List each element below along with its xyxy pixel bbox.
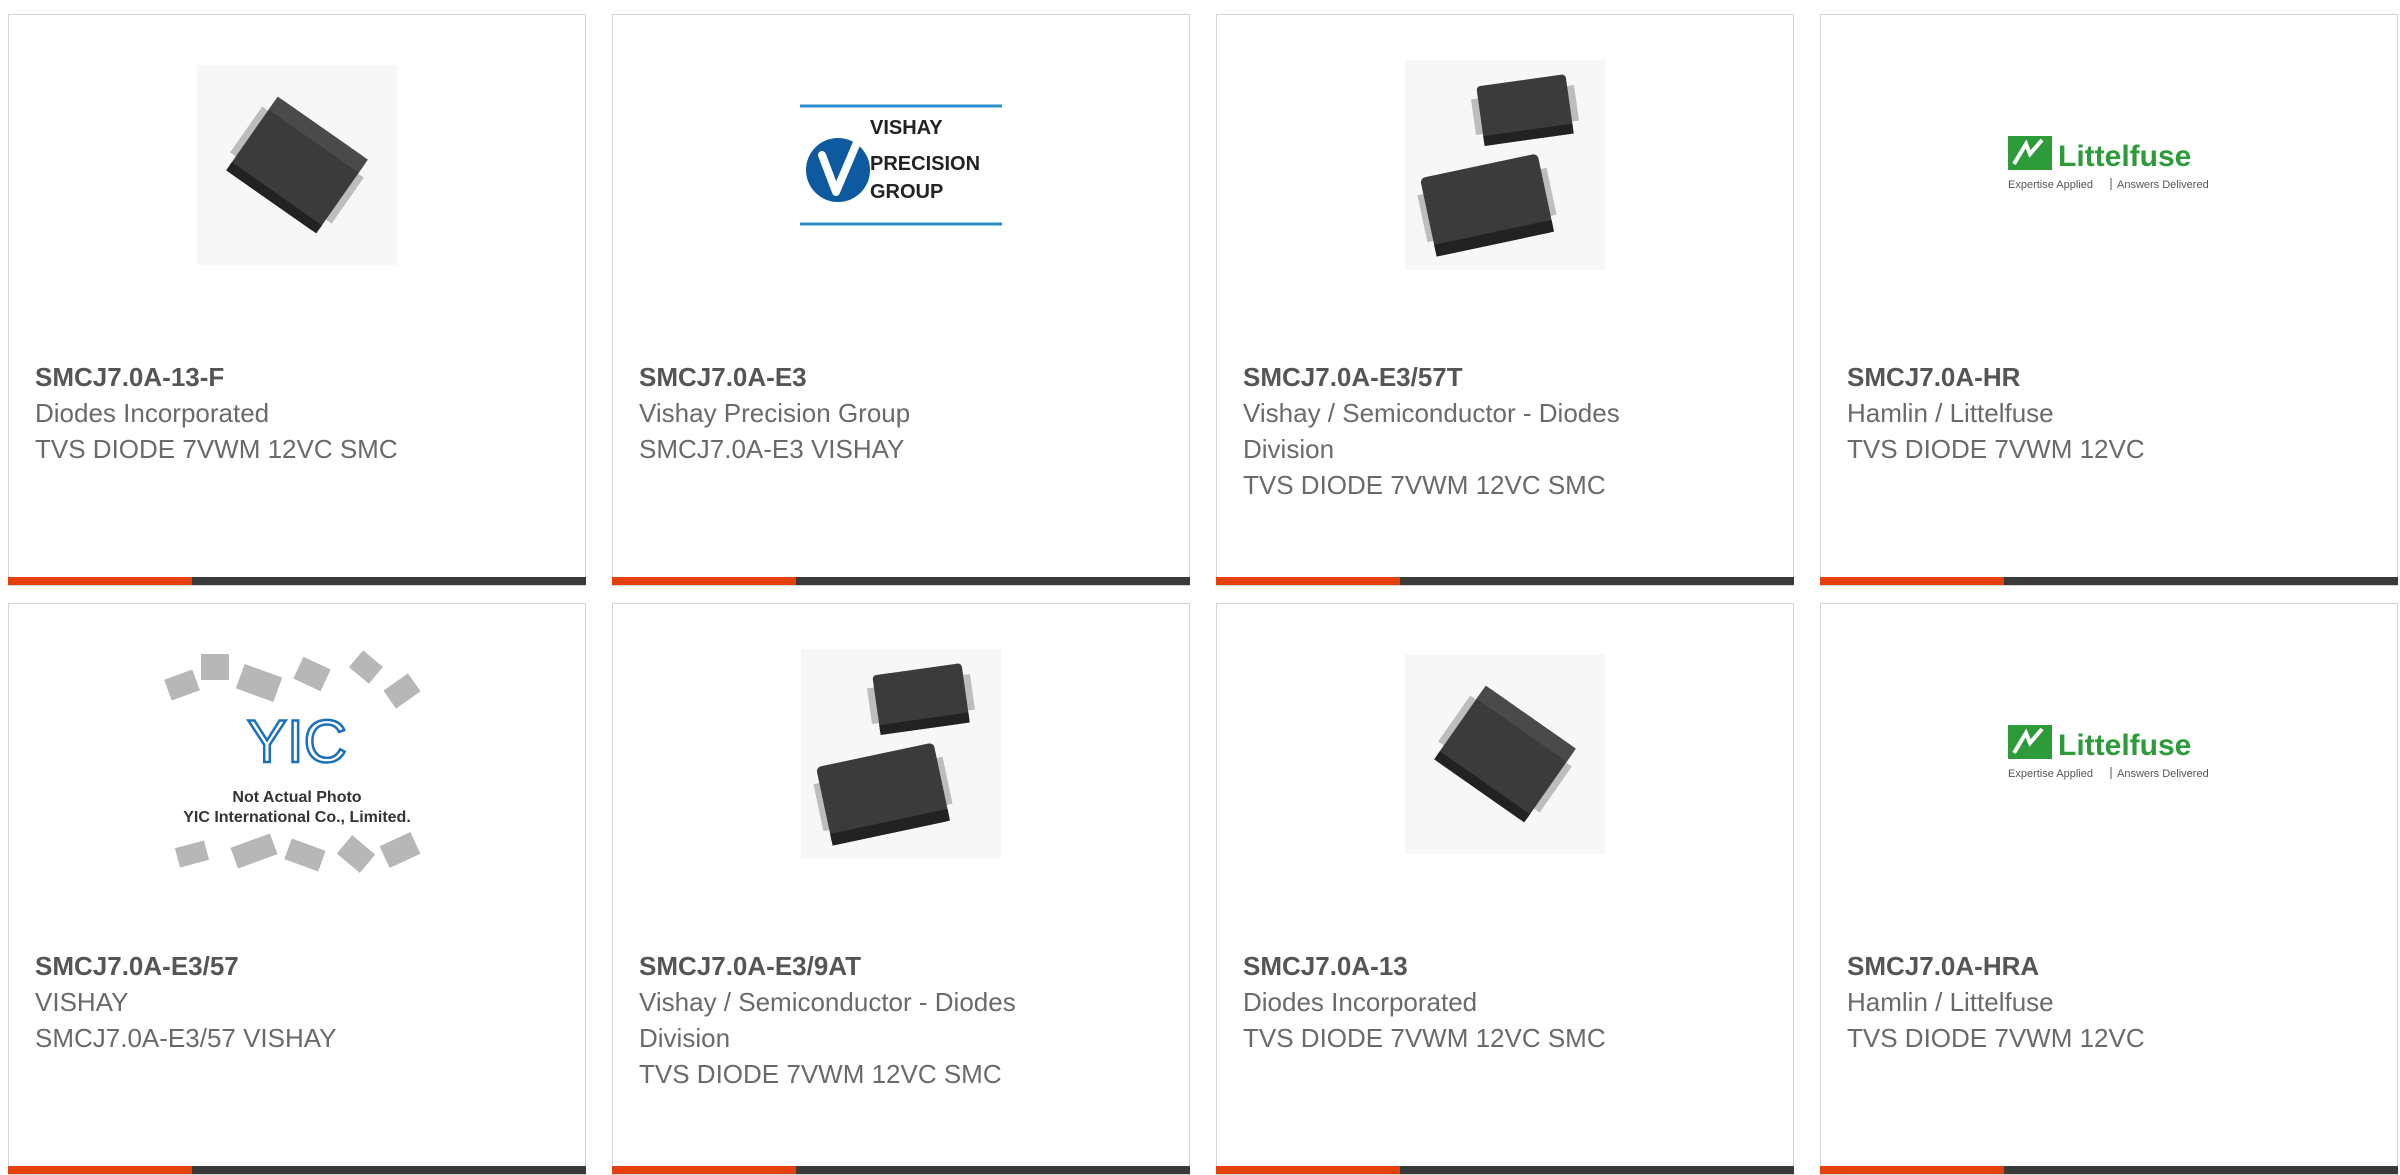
description: SMCJ7.0A-E3/57 VISHAY [35, 1023, 337, 1053]
product-image[interactable]: YIC Not Actual Photo YIC International C… [9, 644, 585, 884]
card-footer-bar [1820, 1166, 2398, 1174]
description: TVS DIODE 7VWM 12VC SMC [1243, 470, 1606, 500]
part-number[interactable]: SMCJ7.0A-E3/57T [1243, 359, 1463, 395]
manufacturer: Vishay / Semiconductor - Diodes Division [639, 987, 1016, 1053]
description: SMCJ7.0A-E3 VISHAY [639, 434, 905, 464]
description: TVS DIODE 7VWM 12VC SMC [1243, 1023, 1606, 1053]
card-footer-bar [612, 577, 1190, 585]
smc-package-icon [197, 65, 397, 265]
logo-tagline-left: Expertise Applied [2008, 768, 2093, 780]
product-card[interactable]: SMCJ7.0A-13 Diodes Incorporated TVS DIOD… [1216, 603, 1794, 1175]
logo-tagline-right: Answers Delivered [2117, 768, 2209, 780]
card-accent-bar [8, 1166, 192, 1174]
logo-tagline-left: Expertise Applied [2008, 179, 2093, 191]
smc-package-icon [1405, 654, 1605, 854]
littelfuse-logo-icon: Littelfuse Expertise Applied Answers Del… [2008, 136, 2209, 191]
part-number[interactable]: SMCJ7.0A-E3/57 [35, 948, 239, 984]
card-accent-bar [612, 577, 796, 585]
product-image[interactable]: Littelfuse Expertise Applied Answers Del… [1821, 65, 2397, 265]
part-number[interactable]: SMCJ7.0A-13 [1243, 948, 1408, 984]
part-number[interactable]: SMCJ7.0A-HR [1847, 359, 2020, 395]
product-details: Diodes Incorporated TVS DIODE 7VWM 12VC … [1243, 984, 1703, 1056]
product-card[interactable]: YIC Not Actual Photo YIC International C… [8, 603, 586, 1175]
logo-brand: Littelfuse [2058, 140, 2191, 173]
manufacturer: Vishay Precision Group [639, 398, 911, 428]
product-card[interactable]: SMCJ7.0A-E3/9AT Vishay / Semiconductor -… [612, 603, 1190, 1175]
littelfuse-logo-icon: Littelfuse Expertise Applied Answers Del… [2008, 725, 2209, 780]
card-footer-bar [1216, 577, 1794, 585]
product-image[interactable] [1217, 654, 1793, 854]
product-details: Diodes Incorporated TVS DIODE 7VWM 12VC … [35, 395, 495, 467]
card-accent-bar [1216, 577, 1400, 585]
card-accent-bar [1820, 577, 2004, 585]
product-details: Hamlin / Littelfuse TVS DIODE 7VWM 12VC [1847, 984, 2307, 1056]
product-details: Vishay / Semiconductor - Diodes Division… [639, 984, 1099, 1092]
logo-line-2: PRECISION [870, 153, 980, 175]
yic-line-2: YIC International Co., Limited. [183, 809, 411, 826]
card-footer-bar [8, 1166, 586, 1174]
product-details: Vishay Precision Group SMCJ7.0A-E3 VISHA… [639, 395, 1099, 467]
product-details: Hamlin / Littelfuse TVS DIODE 7VWM 12VC [1847, 395, 2307, 467]
product-grid: SMCJ7.0A-13-F Diodes Incorporated TVS DI… [0, 0, 2400, 1175]
manufacturer: Diodes Incorporated [1243, 987, 1478, 1017]
product-card[interactable]: SMCJ7.0A-13-F Diodes Incorporated TVS DI… [8, 14, 586, 586]
manufacturer: VISHAY [35, 987, 129, 1017]
product-details: Vishay / Semiconductor - Diodes Division… [1243, 395, 1703, 503]
card-footer-bar [1216, 1166, 1794, 1174]
card-accent-bar [1216, 1166, 1400, 1174]
card-accent-bar [1820, 1166, 2004, 1174]
manufacturer: Hamlin / Littelfuse [1847, 987, 2054, 1017]
yic-line-1: Not Actual Photo [232, 789, 361, 806]
logo-brand: Littelfuse [2058, 729, 2191, 762]
description: TVS DIODE 7VWM 12VC [1847, 1023, 2145, 1053]
product-card[interactable]: VISHAY PRECISION GROUP SMCJ7.0A-E3 Visha… [612, 14, 1190, 586]
logo-line-3: GROUP [870, 181, 943, 203]
description: TVS DIODE 7VWM 12VC SMC [639, 1059, 1002, 1089]
smc-package-pair-icon [801, 649, 1001, 859]
manufacturer: Hamlin / Littelfuse [1847, 398, 2054, 428]
part-number[interactable]: SMCJ7.0A-E3/9AT [639, 948, 861, 984]
logo-tagline-right: Answers Delivered [2117, 179, 2209, 191]
yic-mark: YIC [247, 708, 347, 775]
product-details: VISHAY SMCJ7.0A-E3/57 VISHAY [35, 984, 495, 1056]
product-image[interactable] [613, 649, 1189, 859]
logo-line-1: VISHAY [870, 117, 943, 139]
product-image[interactable]: Littelfuse Expertise Applied Answers Del… [1821, 654, 2397, 854]
card-accent-bar [612, 1166, 796, 1174]
smc-package-pair-icon [1405, 60, 1605, 270]
part-number[interactable]: SMCJ7.0A-E3 [639, 359, 807, 395]
card-footer-bar [8, 577, 586, 585]
description: TVS DIODE 7VWM 12VC [1847, 434, 2145, 464]
product-image[interactable]: VISHAY PRECISION GROUP [613, 65, 1189, 265]
card-footer-bar [612, 1166, 1190, 1174]
part-number[interactable]: SMCJ7.0A-13-F [35, 359, 224, 395]
vishay-logo-icon: VISHAY PRECISION GROUP [800, 104, 1002, 226]
description: TVS DIODE 7VWM 12VC SMC [35, 434, 398, 464]
card-footer-bar [1820, 577, 2398, 585]
yic-placeholder-icon: YIC Not Actual Photo YIC International C… [164, 650, 421, 873]
card-accent-bar [8, 577, 192, 585]
product-card[interactable]: SMCJ7.0A-E3/57T Vishay / Semiconductor -… [1216, 14, 1794, 586]
part-number[interactable]: SMCJ7.0A-HRA [1847, 948, 2039, 984]
product-card[interactable]: Littelfuse Expertise Applied Answers Del… [1820, 603, 2398, 1175]
manufacturer: Diodes Incorporated [35, 398, 270, 428]
manufacturer: Vishay / Semiconductor - Diodes Division [1243, 398, 1620, 464]
product-image[interactable] [1217, 60, 1793, 270]
product-image[interactable] [9, 65, 585, 265]
product-card[interactable]: Littelfuse Expertise Applied Answers Del… [1820, 14, 2398, 586]
